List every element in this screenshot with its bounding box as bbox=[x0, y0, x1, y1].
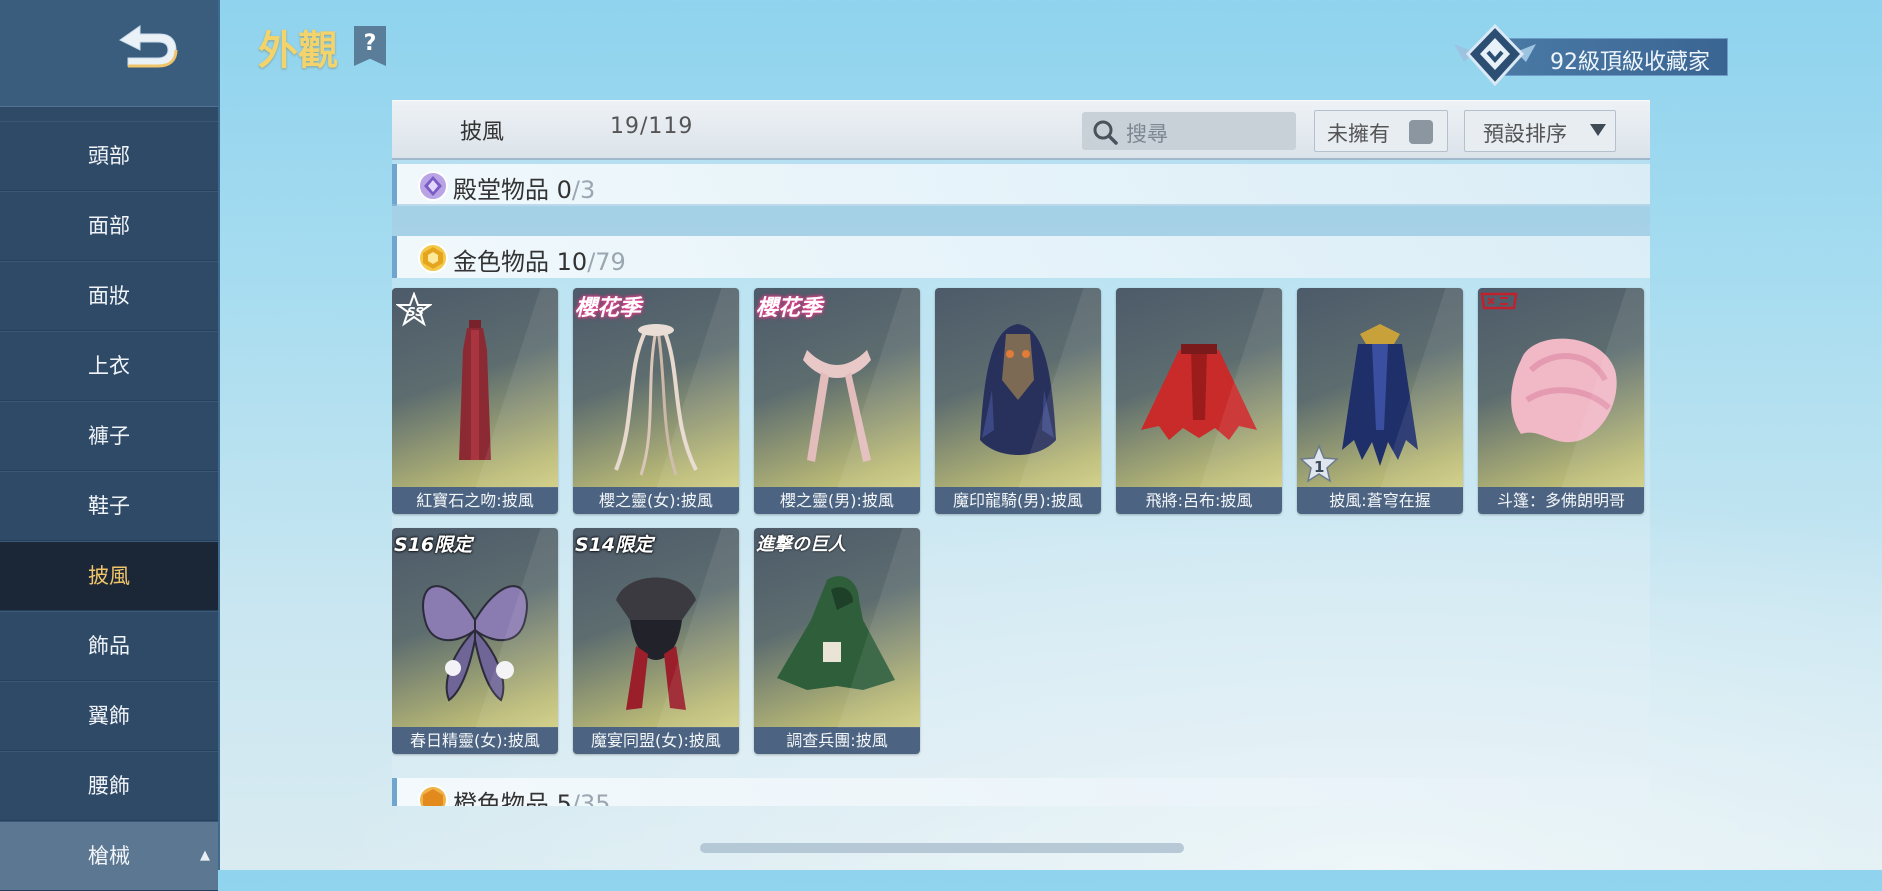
sidebar-item-shoes[interactable]: 鞋子 bbox=[0, 471, 218, 541]
filter-bar: 披風 19/119 搜尋 未擁有 預設排序 bbox=[392, 100, 1650, 160]
owned-count: 19/119 bbox=[610, 114, 694, 139]
item-name: 飛將:呂布:披風 bbox=[1116, 487, 1282, 514]
dragon-cloak-icon bbox=[980, 324, 1056, 455]
item-name: 櫻之靈(女):披風 bbox=[573, 487, 739, 514]
sort-label: 預設排序 bbox=[1483, 122, 1567, 146]
sidebar-item-label: 頭部 bbox=[88, 144, 130, 168]
section-gold[interactable]: 金色物品 10/79 bbox=[392, 236, 1650, 278]
purple-gem-icon bbox=[418, 171, 448, 201]
item-card[interactable]: 斗篷：多佛朗明哥 bbox=[1478, 288, 1644, 514]
red-cape-icon bbox=[1141, 344, 1257, 440]
sidebar-item-makeup[interactable]: 面妝 bbox=[0, 261, 218, 331]
section-orange[interactable]: 橙色物品 5/35 bbox=[392, 778, 1650, 806]
search-placeholder: 搜尋 bbox=[1126, 122, 1168, 146]
sidebar-item-head[interactable]: 頭部 bbox=[0, 121, 218, 191]
home-indicator[interactable] bbox=[700, 843, 1184, 853]
sidebar-item-label: 褲子 bbox=[88, 424, 130, 448]
sidebar-item-label: 面部 bbox=[88, 214, 130, 238]
item-card[interactable]: 櫻花季 櫻之靈(女):披風 bbox=[573, 288, 739, 514]
pink-scarf-icon bbox=[803, 350, 871, 462]
category-label: 披風 bbox=[460, 120, 505, 145]
item-name: 魔宴同盟(女):披風 bbox=[573, 727, 739, 754]
level-star-icon: 1 bbox=[1299, 444, 1339, 483]
item-card[interactable]: SS 紅寶石之吻:披風 bbox=[392, 288, 558, 514]
category-sidebar: 頭部 面部 面妝 上衣 褲子 鞋子 披風 飾品 翼飾 腰飾 槍械 ▲ bbox=[0, 0, 220, 891]
svg-text:1: 1 bbox=[1314, 458, 1324, 476]
back-arrow-icon bbox=[119, 25, 178, 68]
item-card[interactable]: 進撃の巨人 調查兵團:披風 bbox=[754, 528, 920, 754]
collector-rank-label: 92級頂級收藏家 bbox=[1550, 50, 1710, 75]
unowned-filter-label: 未擁有 bbox=[1327, 122, 1390, 146]
back-button[interactable] bbox=[112, 22, 182, 72]
sidebar-header bbox=[0, 0, 218, 107]
item-card[interactable]: S14限定 魔宴同盟(女):披風 bbox=[573, 528, 739, 754]
butterfly-wings-icon bbox=[422, 585, 528, 702]
sidebar-item-accessory[interactable]: 飾品 bbox=[0, 611, 218, 681]
item-name: 斗篷：多佛朗明哥 bbox=[1478, 487, 1644, 514]
section-title: 橙色物品 5/35 bbox=[453, 790, 611, 806]
sidebar-item-label: 翼飾 bbox=[88, 704, 130, 728]
item-name: 魔印龍騎(男):披風 bbox=[935, 487, 1101, 514]
item-card[interactable]: 魔印龍騎(男):披風 bbox=[935, 288, 1101, 514]
search-icon bbox=[1093, 120, 1118, 145]
section-divider bbox=[392, 204, 1650, 236]
section-title: 金色物品 10/79 bbox=[453, 248, 626, 276]
search-input[interactable]: 搜尋 bbox=[1082, 112, 1296, 150]
sidebar-item-waist[interactable]: 腰飾 bbox=[0, 751, 218, 821]
green-cloak-icon bbox=[777, 576, 895, 690]
sidebar-item-label: 腰飾 bbox=[88, 774, 130, 798]
sidebar-item-top[interactable]: 上衣 bbox=[0, 331, 218, 401]
sort-dropdown[interactable]: 預設排序 bbox=[1464, 110, 1616, 152]
item-name: 調查兵團:披風 bbox=[754, 727, 920, 754]
sidebar-item-label: 鞋子 bbox=[88, 494, 130, 518]
sidebar-item-firearms[interactable]: 槍械 ▲ bbox=[0, 821, 218, 891]
expand-arrow-icon: ▲ bbox=[200, 848, 210, 863]
item-name: 櫻之靈(男):披風 bbox=[754, 487, 920, 514]
collector-diamond-icon bbox=[1454, 23, 1536, 87]
sidebar-item-label: 面妝 bbox=[88, 284, 130, 308]
sidebar-item-face[interactable]: 面部 bbox=[0, 191, 218, 261]
page-title: 外觀 bbox=[258, 27, 338, 74]
sidebar-item-pants[interactable]: 褲子 bbox=[0, 401, 218, 471]
red-gown-icon bbox=[459, 320, 491, 460]
orange-gem-icon bbox=[418, 785, 448, 806]
sidebar-item-cape[interactable]: 披風 bbox=[0, 541, 218, 611]
section-title: 殿堂物品 0/3 bbox=[453, 176, 596, 204]
item-name: 披風:蒼穹在握 bbox=[1297, 487, 1463, 514]
section-hall[interactable]: 殿堂物品 0/3 bbox=[392, 164, 1650, 206]
pink-fur-icon bbox=[1511, 338, 1617, 443]
dropdown-triangle-icon bbox=[1590, 124, 1606, 136]
unowned-filter-toggle[interactable]: 未擁有 bbox=[1314, 110, 1448, 152]
item-card[interactable]: 櫻花季 櫻之靈(男):披風 bbox=[754, 288, 920, 514]
item-card[interactable]: S16限定 春日精靈(女):披風 bbox=[392, 528, 558, 754]
item-card[interactable]: 1 披風:蒼穹在握 bbox=[1297, 288, 1463, 514]
item-card[interactable]: 飛將:呂布:披風 bbox=[1116, 288, 1282, 514]
sidebar-item-label: 上衣 bbox=[88, 354, 130, 378]
brand-mark-icon bbox=[1480, 292, 1518, 310]
unowned-checkbox[interactable] bbox=[1409, 120, 1433, 144]
item-name: 春日精靈(女):披風 bbox=[392, 727, 558, 754]
sidebar-item-label: 披風 bbox=[88, 564, 130, 588]
collector-rank[interactable]: 92級頂級收藏家 bbox=[1450, 22, 1738, 87]
help-button[interactable]: ? bbox=[354, 26, 386, 66]
sidebar-item-label: 槍械 bbox=[88, 844, 130, 868]
category-list: 頭部 面部 面妝 上衣 褲子 鞋子 披風 飾品 翼飾 腰飾 槍械 ▲ bbox=[0, 121, 218, 891]
sidebar-item-label: 飾品 bbox=[88, 634, 130, 658]
sidebar-item-wings[interactable]: 翼飾 bbox=[0, 681, 218, 751]
appearance-panel: 披風 19/119 搜尋 未擁有 預設排序 殿堂物品 0/3 金色物品 10/7… bbox=[392, 100, 1650, 806]
item-name: 紅寶石之吻:披風 bbox=[392, 487, 558, 514]
gold-gem-icon bbox=[418, 243, 448, 273]
white-ribbons-icon bbox=[614, 324, 698, 476]
item-scroll-area[interactable]: 殿堂物品 0/3 金色物品 10/79 SS 紅寶石之吻:披風 櫻花季 櫻之靈(… bbox=[392, 160, 1650, 806]
dark-fan-icon bbox=[616, 577, 696, 710]
